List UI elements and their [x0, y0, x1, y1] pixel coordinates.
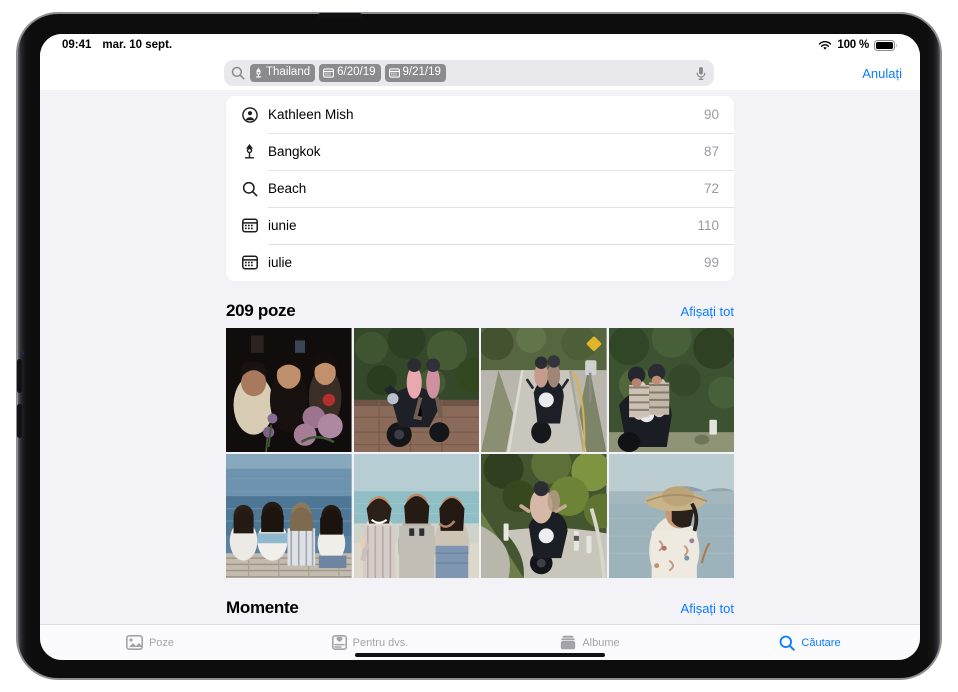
search-token-end-date[interactable]: 9/21/19	[385, 64, 446, 82]
search-token-label: 6/20/19	[337, 65, 375, 80]
volume-up-button[interactable]	[17, 359, 22, 393]
search-token-thailand[interactable]: Thailand	[250, 64, 315, 82]
suggestion-count: 90	[704, 107, 719, 122]
calendar-icon	[389, 68, 400, 78]
camera-indicator	[20, 351, 24, 355]
suggestion-count: 87	[704, 144, 719, 159]
person-icon	[242, 107, 264, 123]
suggestion-label: Beach	[268, 181, 306, 196]
wifi-icon	[818, 40, 832, 51]
page-title: 209 poze	[226, 301, 295, 321]
photos-icon	[126, 635, 143, 650]
search-icon	[231, 66, 245, 80]
moments-section-header: Momente Afișați tot	[226, 598, 734, 618]
photo-two-riders-on-scooter-roadside[interactable]	[354, 328, 480, 452]
location-pin-icon	[242, 143, 264, 160]
photo-three-friends-with-ice-cream-at-beach[interactable]	[354, 454, 480, 578]
suggestion-label: iulie	[268, 255, 292, 270]
device-frame: 09:41 mar. 10 sept. 100 %	[16, 12, 942, 680]
search-results-content: Kathleen Mish 90 Bangkok 87 Beach 72	[40, 90, 920, 624]
moments-title: Momente	[226, 598, 299, 618]
photo-grid	[226, 328, 734, 578]
suggestion-row-keyword[interactable]: Beach 72	[226, 170, 734, 207]
suggestion-count: 110	[697, 218, 719, 233]
calendar-icon	[242, 255, 264, 270]
search-token-list: Thailand 6/20/19 9/21/19	[250, 64, 690, 82]
calendar-icon	[323, 68, 334, 78]
photo-four-friends-sitting-on-pier[interactable]	[226, 454, 352, 578]
home-indicator[interactable]	[355, 653, 605, 657]
search-input[interactable]: Thailand 6/20/19 9/21/19	[224, 60, 714, 86]
cancel-button[interactable]: Anulați	[848, 66, 902, 81]
search-token-start-date[interactable]: 6/20/19	[319, 64, 380, 82]
screen: 09:41 mar. 10 sept. 100 %	[40, 34, 920, 660]
location-pin-icon	[254, 67, 263, 78]
search-icon	[242, 181, 264, 197]
tab-photos-label: Poze	[149, 637, 174, 649]
search-token-label: 9/21/19	[403, 65, 441, 80]
suggestion-label: Bangkok	[268, 144, 321, 159]
albums-icon	[560, 635, 576, 650]
suggestion-row-month-june[interactable]: iunie 110	[226, 207, 734, 244]
suggestion-row-person[interactable]: Kathleen Mish 90	[226, 96, 734, 133]
search-token-label: Thailand	[266, 65, 310, 80]
photos-section-header: 209 poze Afișați tot	[226, 301, 734, 321]
volume-down-button[interactable]	[17, 404, 22, 438]
microphone-icon[interactable]	[695, 66, 707, 81]
tab-search[interactable]: Căutare	[700, 635, 920, 651]
status-bar-left: 09:41 mar. 10 sept.	[62, 39, 172, 51]
suggestion-row-place[interactable]: Bangkok 87	[226, 133, 734, 170]
photo-couple-on-scooter-by-trees[interactable]	[609, 328, 735, 452]
battery-icon	[874, 40, 898, 51]
photo-woman-in-straw-hat-by-sea[interactable]	[609, 454, 735, 578]
suggestion-count: 72	[704, 181, 719, 196]
foryou-icon	[332, 635, 347, 650]
photo-rider-on-scooter-sunlit-path[interactable]	[481, 454, 607, 578]
tab-search-label: Căutare	[801, 637, 840, 649]
suggestion-count: 99	[704, 255, 719, 270]
show-all-photos-button[interactable]: Afișați tot	[681, 304, 734, 319]
calendar-icon	[242, 218, 264, 233]
show-all-moments-button[interactable]: Afișați tot	[681, 601, 734, 616]
search-icon	[779, 635, 795, 651]
suggestions-list: Kathleen Mish 90 Bangkok 87 Beach 72	[226, 96, 734, 281]
search-bar: Thailand 6/20/19 9/21/19	[40, 56, 920, 90]
tab-for-you-label: Pentru dvs.	[353, 637, 409, 649]
photo-scooter-riding-away-on-lane[interactable]	[481, 328, 607, 452]
status-date: mar. 10 sept.	[102, 39, 172, 51]
tab-for-you[interactable]: Pentru dvs.	[260, 635, 480, 650]
photo-women-with-flowers-at-night[interactable]	[226, 328, 352, 452]
status-time: 09:41	[62, 39, 91, 51]
battery-percent-label: 100 %	[837, 39, 869, 51]
tab-photos[interactable]: Poze	[40, 635, 260, 650]
tab-albums[interactable]: Albume	[480, 635, 700, 650]
suggestion-row-month-july[interactable]: iulie 99	[226, 244, 734, 281]
suggestion-label: iunie	[268, 218, 297, 233]
status-bar-right: 100 %	[818, 39, 898, 51]
suggestion-label: Kathleen Mish	[268, 107, 354, 122]
status-bar: 09:41 mar. 10 sept. 100 %	[40, 34, 920, 56]
tab-albums-label: Albume	[582, 637, 619, 649]
power-button[interactable]	[318, 13, 362, 18]
